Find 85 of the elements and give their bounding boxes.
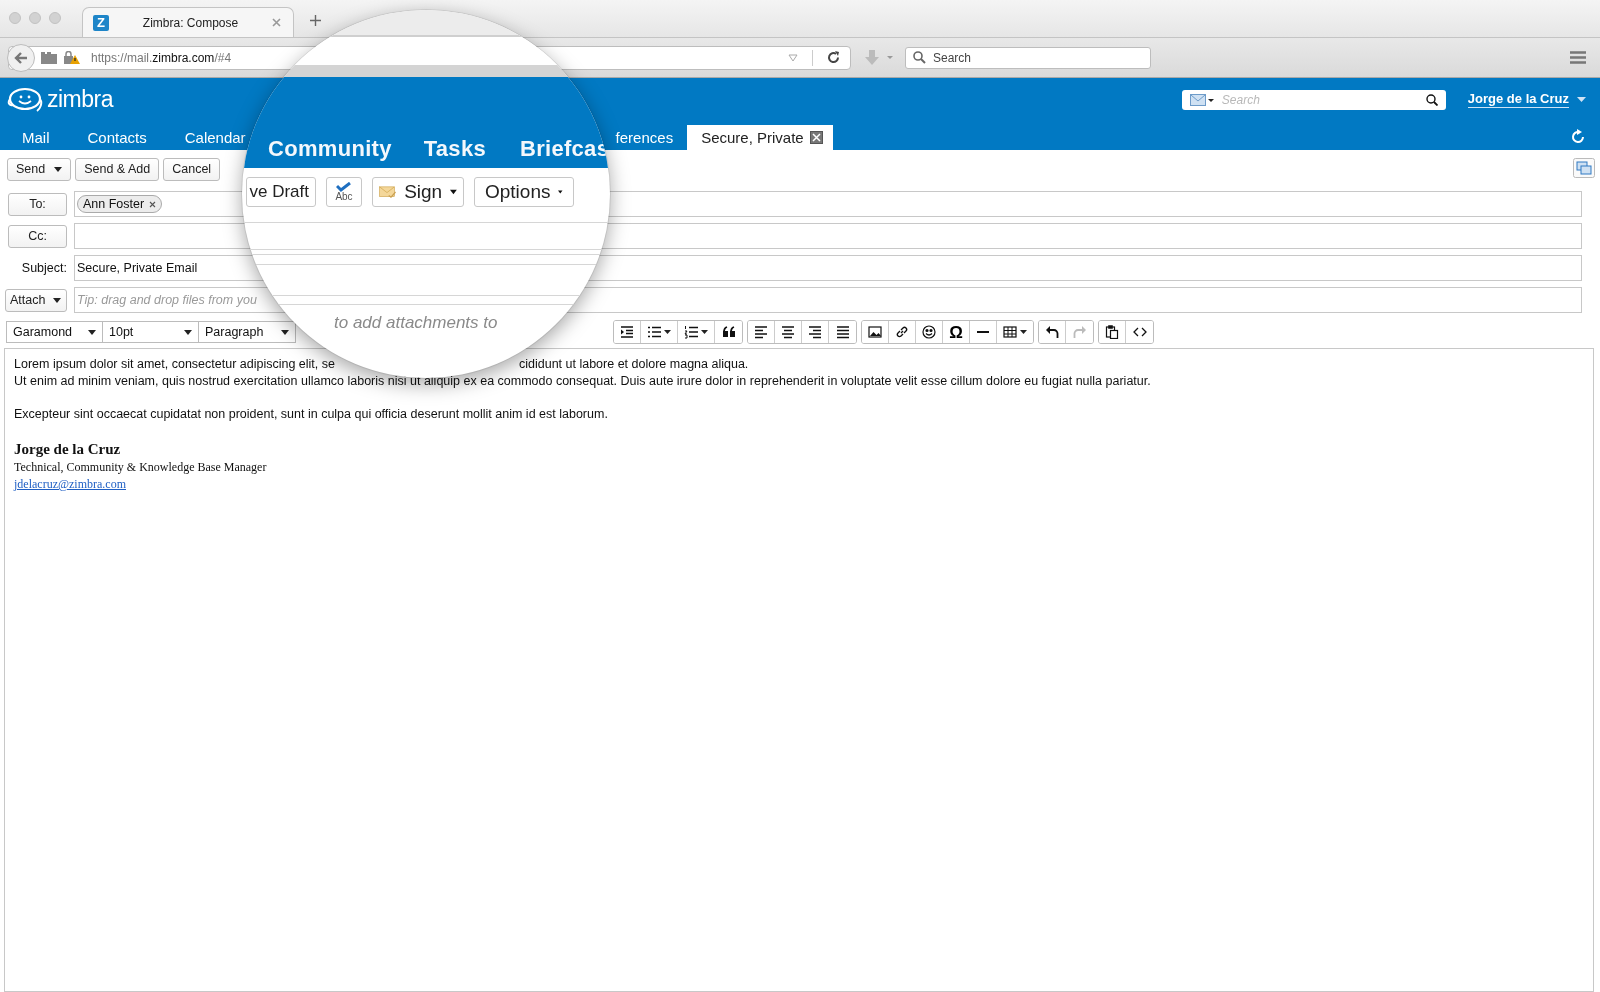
remove-icon[interactable] xyxy=(149,200,157,208)
app-tab[interactable]: Tasks xyxy=(423,136,486,162)
redo-icon xyxy=(1072,325,1087,339)
caret-icon xyxy=(558,188,563,196)
link-icon xyxy=(895,325,909,339)
app-tab[interactable]: Briefcas xyxy=(519,136,610,162)
site-icon: Z xyxy=(93,14,109,31)
user-menu[interactable]: Jorge de la Cruz xyxy=(1467,91,1569,108)
font-size-dropdown[interactable]: 10pt xyxy=(102,321,199,343)
app-tab[interactable]: Calendar xyxy=(162,125,246,150)
address-button[interactable]: To: xyxy=(8,192,67,216)
align-left-button[interactable] xyxy=(748,321,775,343)
caret-icon xyxy=(54,166,63,172)
spellcheck-button[interactable]: Abc xyxy=(326,177,362,207)
app-tab[interactable]: Community xyxy=(268,136,392,162)
indent-icon xyxy=(620,325,634,339)
new-window-icon[interactable] xyxy=(1573,158,1595,178)
app-tab[interactable]: Mail xyxy=(0,125,66,150)
search-icon xyxy=(913,51,926,64)
save-draft-button[interactable]: ve Draft xyxy=(246,177,316,207)
font-dropdown[interactable]: Garamond xyxy=(6,321,103,343)
search-icon[interactable] xyxy=(1425,93,1438,106)
app-tab[interactable]: Contacts xyxy=(65,125,163,150)
body-text: Excepteur sint occaecat cupidatat non proident, sunt in culpa qui officia deserunt mollit anim id est laborum. xyxy=(14,406,609,423)
toolbar-button[interactable]: Send xyxy=(7,157,72,181)
code-icon xyxy=(1132,325,1147,339)
toolbar-button[interactable]: Cancel xyxy=(163,157,221,181)
options-button[interactable]: Options xyxy=(474,177,574,207)
image-button[interactable] xyxy=(862,321,889,343)
recipient-chip[interactable]: Ann Foster xyxy=(77,195,163,213)
search-field[interactable]: Search xyxy=(905,46,1151,69)
caret-icon xyxy=(184,329,192,335)
back-arrow-icon xyxy=(14,51,28,64)
sidebar-icon[interactable] xyxy=(41,51,57,64)
sign-button[interactable]: Sign xyxy=(372,177,464,207)
justify-icon xyxy=(835,325,850,339)
app-tab[interactable]: Secure, Private xyxy=(687,125,833,150)
zimbra-logo[interactable]: zimbra xyxy=(7,86,113,113)
signature-title: Technical, Community & Knowledge Base Manager xyxy=(14,459,268,476)
caret-icon xyxy=(701,330,708,334)
checkmark-icon xyxy=(336,182,352,192)
caret-icon[interactable] xyxy=(1577,96,1586,103)
email-link[interactable]: jdelacruz@zimbra.com xyxy=(14,476,126,493)
body-text: Lorem ipsum dolor sit amet, consectetur adipiscing elit, se xyxy=(14,356,335,373)
caret-icon xyxy=(450,188,457,196)
field-label: Subject: xyxy=(20,261,67,275)
paste-icon xyxy=(1105,325,1119,339)
menu-icon[interactable] xyxy=(1570,51,1586,64)
caret-icon xyxy=(281,329,289,335)
attach-button[interactable]: Attach xyxy=(5,288,67,312)
quote-icon xyxy=(721,325,736,339)
body-text: Ut enim ad minim veniam, quis nostrud exercitation ullamco laboris nisi ut aliquip ex ea commodo consequat. Duis aute irure dolor in reprehenderit in voluptate velit esse cillum dolore eu fugiat nulla pariatur. xyxy=(14,373,1152,390)
image-icon xyxy=(868,325,882,339)
app-tab[interactable]: ferences xyxy=(615,125,688,150)
url-text: https://mail.zimbra.com/#4 xyxy=(91,50,232,65)
undo-button[interactable] xyxy=(1039,321,1066,343)
close-icon[interactable] xyxy=(809,131,823,144)
align-right-icon xyxy=(808,325,822,339)
reload-icon[interactable] xyxy=(827,51,840,64)
tab-title: Zimbra: Compose xyxy=(141,15,240,30)
attachment-hint: to add attachments to xyxy=(334,313,498,333)
caret-icon xyxy=(88,329,96,335)
toolbar-button[interactable]: Send & Add xyxy=(75,157,160,181)
mail-icon[interactable] xyxy=(1189,93,1214,106)
body-text: cididunt ut labore et dolore magna aliqua. xyxy=(519,356,749,373)
align-left-icon xyxy=(754,325,768,339)
undo-icon xyxy=(1045,325,1059,339)
caret-icon xyxy=(664,330,671,334)
signature-name: Jorge de la Cruz xyxy=(14,440,122,459)
caret-icon xyxy=(1020,330,1027,334)
browser-tab[interactable]: Z Zimbra: Compose xyxy=(82,7,294,37)
align-center-icon xyxy=(781,325,795,339)
warning-lock-icon xyxy=(63,50,81,65)
bullets-icon xyxy=(647,325,661,339)
paste-button[interactable] xyxy=(1099,321,1126,343)
new-tab-icon[interactable] xyxy=(310,15,321,26)
address-button[interactable]: Cc: xyxy=(8,224,67,248)
refresh-icon[interactable] xyxy=(1570,129,1586,145)
numbers-icon xyxy=(684,325,698,339)
caret-icon xyxy=(53,297,62,303)
indent-button[interactable] xyxy=(614,321,641,343)
smiley-logo-icon xyxy=(7,86,44,113)
table-icon xyxy=(1003,325,1017,339)
emoji-icon xyxy=(922,325,936,339)
back-button[interactable] xyxy=(7,43,35,72)
